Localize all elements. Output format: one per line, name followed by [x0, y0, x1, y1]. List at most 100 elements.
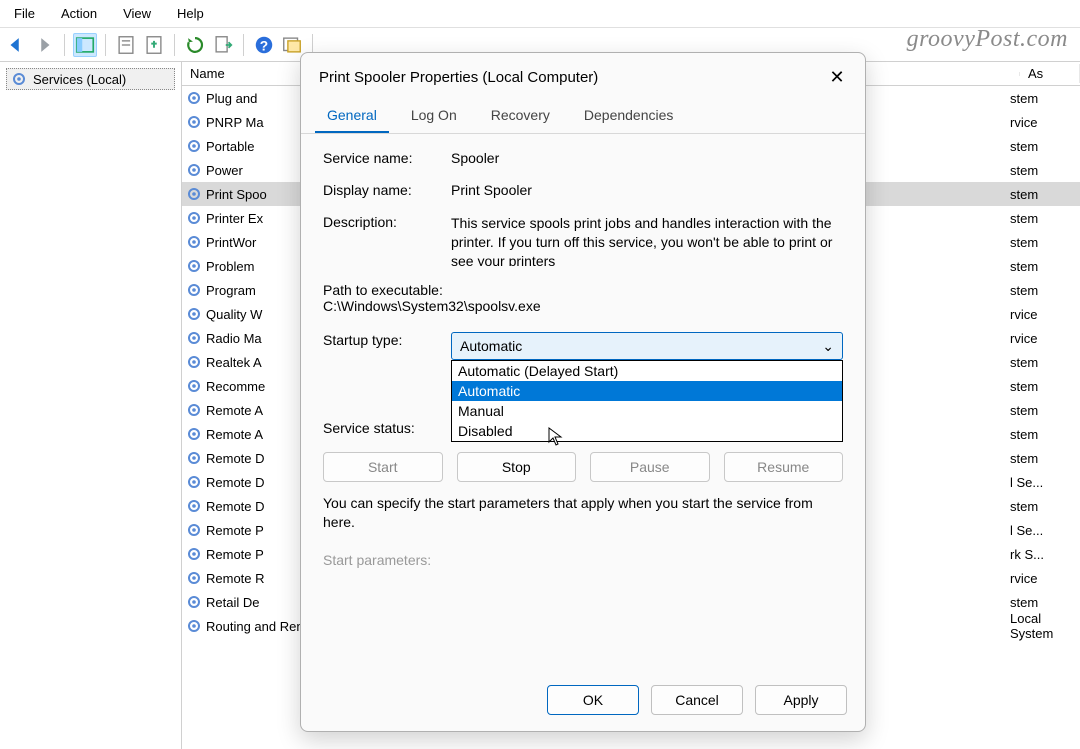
- menu-action[interactable]: Action: [57, 4, 101, 23]
- refresh-icon[interactable]: [183, 33, 207, 57]
- label-display-name: Display name:: [323, 182, 451, 198]
- export-icon[interactable]: [142, 33, 166, 57]
- dialog-title: Print Spooler Properties (Local Computer…: [319, 69, 598, 86]
- watermark: groovyPost.com: [907, 26, 1068, 53]
- tree-item-services-local[interactable]: Services (Local): [6, 68, 175, 90]
- gear-icon: [186, 474, 202, 490]
- value-service-name: Spooler: [451, 150, 843, 166]
- tab-general[interactable]: General: [315, 99, 389, 133]
- startup-type-combo[interactable]: Automatic ⌄ Automatic (Delayed Start) Au…: [451, 332, 843, 360]
- resume-button: Resume: [724, 452, 844, 482]
- value-display-name: Print Spooler: [451, 182, 843, 198]
- label-description: Description:: [323, 214, 451, 266]
- menu-help[interactable]: Help: [173, 4, 208, 23]
- cell-logon: stem: [1010, 91, 1080, 106]
- hint-text: You can specify the start parameters tha…: [323, 494, 843, 532]
- close-icon[interactable]: ✕: [823, 63, 851, 91]
- help-icon[interactable]: ?: [252, 33, 276, 57]
- gear-icon: [186, 282, 202, 298]
- dialog-body: Service name: Spooler Display name: Prin…: [301, 134, 865, 673]
- cell-logon: stem: [1010, 163, 1080, 178]
- gear-icon: [186, 186, 202, 202]
- gear-icon: [186, 138, 202, 154]
- gear-icon: [186, 402, 202, 418]
- combo-option-delayed[interactable]: Automatic (Delayed Start): [452, 361, 842, 381]
- gear-icon: [186, 426, 202, 442]
- combo-dropdown: Automatic (Delayed Start) Automatic Manu…: [451, 360, 843, 442]
- cell-logon: Local System: [1010, 611, 1080, 641]
- cell-logon: rvice: [1010, 115, 1080, 130]
- separator-icon: [174, 34, 175, 56]
- cell-logon: stem: [1010, 187, 1080, 202]
- cell-logon: stem: [1010, 427, 1080, 442]
- cell-logon: stem: [1010, 283, 1080, 298]
- gear-icon: [186, 210, 202, 226]
- menubar: File Action View Help: [0, 0, 1080, 28]
- export-list-icon[interactable]: [211, 33, 235, 57]
- cell-logon: stem: [1010, 259, 1080, 274]
- cell-logon: stem: [1010, 595, 1080, 610]
- tab-recovery[interactable]: Recovery: [479, 99, 562, 133]
- gear-icon: [186, 546, 202, 562]
- cell-logon: rvice: [1010, 307, 1080, 322]
- label-path: Path to executable:: [323, 282, 843, 298]
- combo-option-disabled[interactable]: Disabled: [452, 421, 842, 441]
- tree-pane: Services (Local): [0, 62, 182, 749]
- cancel-button[interactable]: Cancel: [651, 685, 743, 715]
- menu-file[interactable]: File: [10, 4, 39, 23]
- label-service-name: Service name:: [323, 150, 451, 166]
- cell-logon: stem: [1010, 499, 1080, 514]
- cell-logon: stem: [1010, 211, 1080, 226]
- service-control-buttons: Start Stop Pause Resume: [323, 452, 843, 482]
- separator-icon: [243, 34, 244, 56]
- dialog-titlebar: Print Spooler Properties (Local Computer…: [301, 53, 865, 99]
- gear-icon: [186, 258, 202, 274]
- cell-logon: rk S...: [1010, 547, 1080, 562]
- cell-logon: stem: [1010, 403, 1080, 418]
- gear-icon: [186, 234, 202, 250]
- cell-logon: stem: [1010, 235, 1080, 250]
- gear-icon: [186, 306, 202, 322]
- cell-logon: l Se...: [1010, 523, 1080, 538]
- show-hide-tree-icon[interactable]: [73, 33, 97, 57]
- gear-icon: [186, 378, 202, 394]
- ok-button[interactable]: OK: [547, 685, 639, 715]
- separator-icon: [105, 34, 106, 56]
- properties-dialog: Print Spooler Properties (Local Computer…: [300, 52, 866, 732]
- gear-icon: [186, 354, 202, 370]
- apply-button[interactable]: Apply: [755, 685, 847, 715]
- combo-option-automatic[interactable]: Automatic: [452, 381, 842, 401]
- cell-logon: stem: [1010, 379, 1080, 394]
- pause-button: Pause: [590, 452, 710, 482]
- forward-icon[interactable]: [32, 33, 56, 57]
- cell-logon: stem: [1010, 355, 1080, 370]
- properties-icon[interactable]: [114, 33, 138, 57]
- chevron-down-icon: ⌄: [822, 338, 834, 355]
- services-icon: [11, 71, 27, 87]
- label-service-status: Service status:: [323, 420, 451, 436]
- tab-dependencies[interactable]: Dependencies: [572, 99, 686, 133]
- tab-logon[interactable]: Log On: [399, 99, 469, 133]
- column-logon[interactable]: As: [1020, 64, 1080, 83]
- separator-icon: [64, 34, 65, 56]
- gear-icon: [186, 594, 202, 610]
- gear-icon: [186, 162, 202, 178]
- cell-logon: l Se...: [1010, 475, 1080, 490]
- gear-icon: [186, 114, 202, 130]
- dialog-footer: OK Cancel Apply: [301, 673, 865, 731]
- stop-button[interactable]: Stop: [457, 452, 577, 482]
- gear-icon: [186, 330, 202, 346]
- back-icon[interactable]: [4, 33, 28, 57]
- menu-view[interactable]: View: [119, 4, 155, 23]
- gear-icon: [186, 498, 202, 514]
- tree-label: Services (Local): [33, 72, 126, 87]
- svg-text:?: ?: [260, 38, 268, 53]
- gear-icon: [186, 90, 202, 106]
- start-button: Start: [323, 452, 443, 482]
- gear-icon: [186, 618, 202, 634]
- gear-icon: [186, 450, 202, 466]
- combo-option-manual[interactable]: Manual: [452, 401, 842, 421]
- value-description: This service spools print jobs and handl…: [451, 214, 843, 266]
- gear-icon: [186, 570, 202, 586]
- label-startup-type: Startup type:: [323, 332, 451, 360]
